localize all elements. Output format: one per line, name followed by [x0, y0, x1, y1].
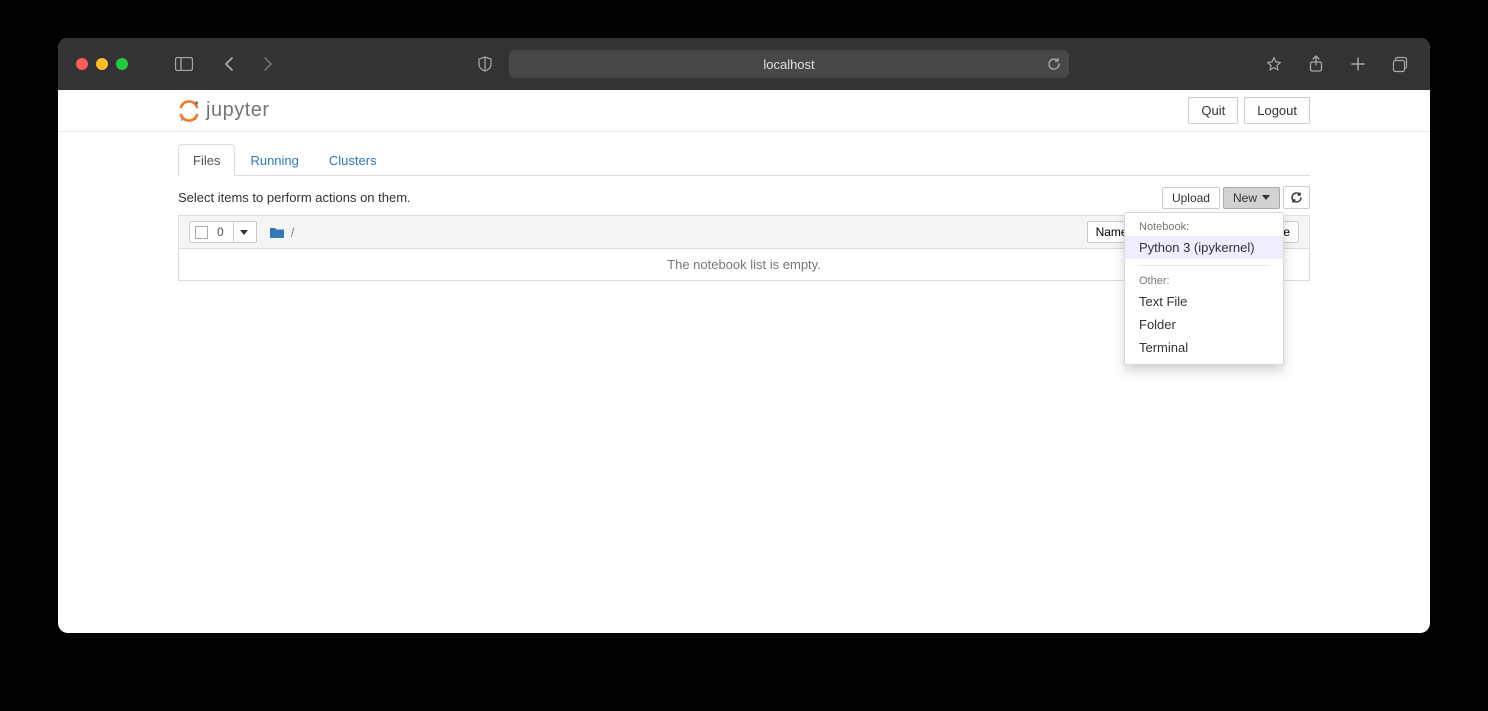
jupyter-header: jupyter Quit Logout: [58, 90, 1430, 132]
tabs-overview-icon[interactable]: [1388, 52, 1412, 76]
upload-button[interactable]: Upload: [1162, 187, 1220, 209]
tab-files[interactable]: Files: [178, 144, 235, 176]
share-icon[interactable]: [1304, 52, 1328, 76]
selected-count: 0: [212, 225, 229, 239]
nav-buttons: [216, 52, 280, 76]
toolbar-right: [1262, 52, 1412, 76]
select-dropdown-toggle[interactable]: [233, 222, 254, 242]
new-dropdown-label: New: [1233, 191, 1257, 205]
menu-item-folder[interactable]: Folder: [1125, 313, 1283, 336]
menu-item-python3[interactable]: Python 3 (ipykernel): [1125, 236, 1283, 259]
traffic-lights: [76, 58, 128, 70]
new-dropdown-menu: Notebook: Python 3 (ipykernel) Other: Te…: [1124, 212, 1284, 365]
titlebar: localhost: [58, 38, 1430, 90]
window-minimize-button[interactable]: [96, 58, 108, 70]
jupyter-logo-icon: [178, 100, 200, 122]
tab-clusters[interactable]: Clusters: [314, 144, 392, 176]
caret-down-icon: [1262, 195, 1270, 200]
window-zoom-button[interactable]: [116, 58, 128, 70]
window-close-button[interactable]: [76, 58, 88, 70]
tabs: Files Running Clusters: [178, 144, 1310, 176]
breadcrumb: /: [269, 225, 295, 240]
address-text: localhost: [763, 57, 814, 72]
logout-button[interactable]: Logout: [1244, 97, 1310, 124]
menu-item-textfile[interactable]: Text File: [1125, 290, 1283, 313]
sidebar-toggle-icon[interactable]: [172, 52, 196, 76]
dropdown-section-other: Other:: [1125, 272, 1283, 290]
jupyter-body: Files Running Clusters Select items to p…: [58, 144, 1430, 281]
refresh-button[interactable]: [1283, 186, 1310, 209]
select-all-group[interactable]: 0: [189, 221, 257, 243]
address-bar[interactable]: localhost: [509, 50, 1069, 78]
col-name-label: Name: [1096, 225, 1128, 239]
jupyter-logo-text: jupyter: [206, 99, 270, 122]
shield-icon[interactable]: [473, 52, 497, 76]
reload-icon[interactable]: [1047, 57, 1061, 71]
dropdown-divider: [1139, 265, 1269, 266]
dropdown-section-notebook: Notebook:: [1125, 218, 1283, 236]
file-toolbar-row: Select items to perform actions on them.…: [178, 186, 1310, 209]
jupyter-logo[interactable]: jupyter: [178, 99, 270, 122]
forward-button[interactable]: [256, 52, 280, 76]
quit-button[interactable]: Quit: [1188, 97, 1238, 124]
select-all-checkbox[interactable]: [195, 226, 208, 239]
browser-window: localhost: [58, 38, 1430, 633]
menu-item-terminal[interactable]: Terminal: [1125, 336, 1283, 359]
toolbar-right-group: Upload New Notebook: Python 3 (ipykernel…: [1162, 186, 1310, 209]
caret-down-icon: [240, 230, 248, 235]
new-dropdown-button[interactable]: New: [1223, 187, 1280, 209]
back-button[interactable]: [216, 52, 240, 76]
bookmark-icon[interactable]: [1262, 52, 1286, 76]
instruction-text: Select items to perform actions on them.: [178, 190, 411, 205]
breadcrumb-root[interactable]: /: [291, 225, 295, 240]
tab-running[interactable]: Running: [235, 144, 313, 176]
new-tab-icon[interactable]: [1346, 52, 1370, 76]
folder-icon[interactable]: [269, 226, 285, 239]
